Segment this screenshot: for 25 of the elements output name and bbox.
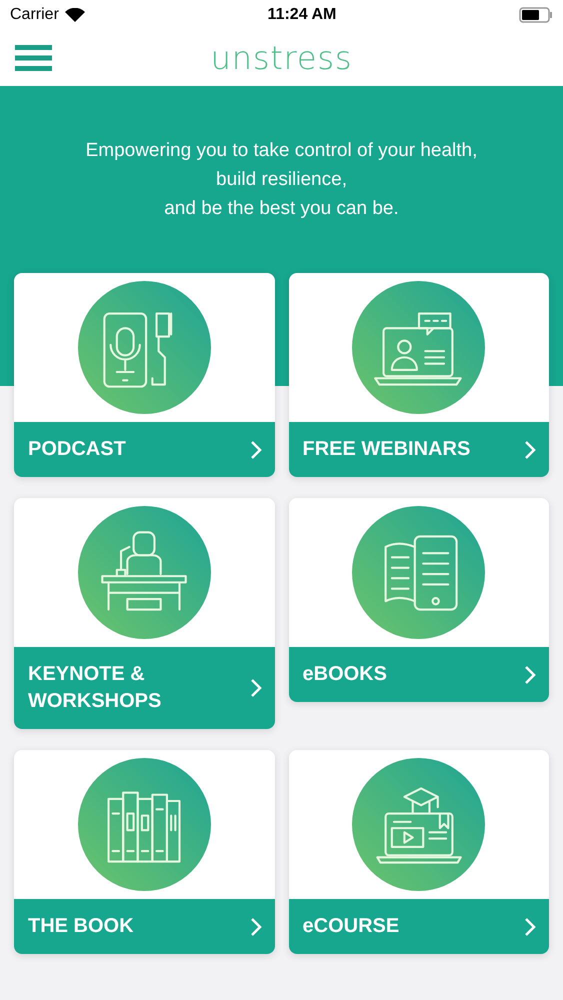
card-label: FREE WEBINARS	[302, 437, 470, 462]
app-logo: unstress	[210, 38, 354, 79]
battery-icon	[518, 7, 553, 23]
card-label: eBOOKS	[302, 662, 387, 687]
category-card[interactable]: PODCAST	[14, 273, 274, 477]
carrier-label: Carrier	[10, 5, 59, 25]
chevron-right-icon	[248, 438, 262, 460]
chevron-right-icon	[248, 916, 262, 938]
card-label: eCOURSE	[302, 914, 400, 939]
card-label: PODCAST	[28, 437, 126, 462]
menu-icon[interactable]	[15, 45, 52, 71]
tagline: Empowering you to take control of your health, build resilience, and be the best you can be.	[84, 139, 478, 221]
chevron-right-icon	[523, 916, 537, 938]
category-card[interactable]: FREE WEBINARS	[288, 273, 549, 477]
wifi-icon	[64, 8, 85, 22]
card-label: THE BOOK	[28, 914, 134, 939]
category-card[interactable]: eCOURSE	[288, 750, 549, 954]
chevron-right-icon	[248, 677, 262, 699]
category-card[interactable]: eBOOKS	[288, 498, 549, 702]
category-card[interactable]: THE BOOK	[14, 750, 274, 954]
card-label: KEYNOTE & WORKSHOPS	[28, 662, 162, 714]
chevron-right-icon	[523, 664, 537, 686]
status-time: 11:24 AM	[268, 5, 336, 25]
category-card[interactable]: KEYNOTE & WORKSHOPS	[14, 498, 274, 729]
chevron-right-icon	[523, 438, 537, 460]
